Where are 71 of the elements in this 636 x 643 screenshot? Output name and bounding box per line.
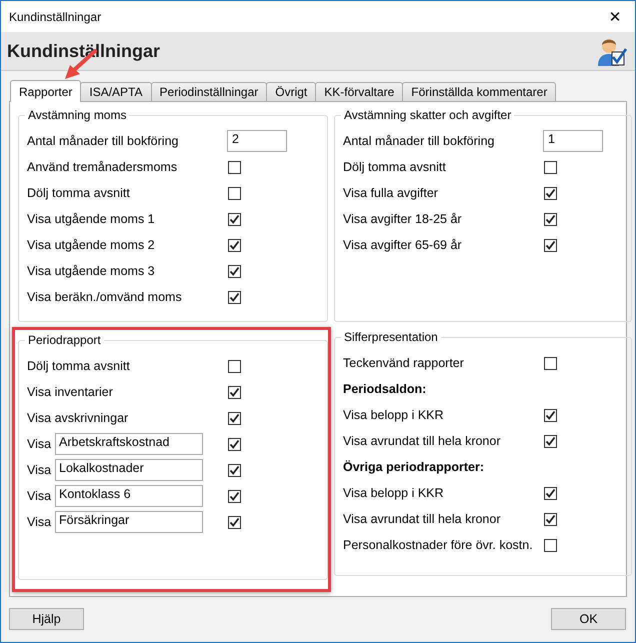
checkbox[interactable] (544, 186, 557, 200)
input-field[interactable]: Försäkringar (55, 511, 203, 533)
tab[interactable]: Rapporter (10, 80, 82, 102)
checkbox[interactable] (544, 512, 557, 526)
checkbox-label: Teckenvänd rapporter (343, 356, 465, 370)
checkbox-label: Visa avrundat till hela kronor (343, 512, 502, 526)
checkbox-label: Visa belopp i KKR (343, 486, 445, 500)
checkbox-label: Visa avgifter 18-25 år (343, 212, 463, 226)
field-label: Antal månader till bokföring (27, 134, 180, 148)
checkbox[interactable] (228, 238, 241, 252)
tab[interactable]: KK-förvaltare (315, 82, 404, 101)
checkbox[interactable] (228, 516, 241, 528)
checkbox-label: Visa beräkn./omvänd moms (27, 290, 183, 304)
checkbox-label: Visa avgifter 65-69 år (343, 238, 463, 252)
dialog-button[interactable]: OK (551, 608, 626, 630)
checkbox[interactable] (228, 186, 241, 200)
input-field[interactable]: Arbetskraftskostnad (55, 433, 203, 455)
checkbox[interactable] (544, 434, 557, 448)
checkbox-label: Visa fulla avgifter (343, 186, 439, 200)
checkbox[interactable] (228, 160, 241, 174)
checkbox-label: Dölj tomma avsnitt (343, 160, 447, 174)
tab[interactable]: ISA/APTA (80, 82, 152, 101)
checkbox-label: Visa inventarier (27, 385, 114, 399)
checkbox-label: Dölj tomma avsnitt (27, 359, 131, 373)
checkbox[interactable] (544, 212, 557, 226)
section-heading: Periodsaldon: (343, 382, 428, 396)
section-heading: Övriga periodrapporter: (343, 460, 485, 474)
tab[interactable]: Förinställda kommentarer (402, 82, 556, 101)
checkbox[interactable] (228, 264, 241, 278)
checkbox[interactable] (544, 486, 557, 500)
group-title: Sifferpresentation (343, 330, 439, 344)
checkbox[interactable] (228, 438, 241, 450)
group-title: Periodrapport (27, 333, 102, 347)
field-label: Antal månader till bokföring (343, 134, 496, 148)
checkbox-label: Visa belopp i KKR (343, 408, 445, 422)
tab[interactable]: Övrigt (266, 82, 316, 101)
group-title: Avstämning skatter och avgifter (343, 108, 512, 122)
checkbox-label: Visa avskrivningar (27, 411, 130, 425)
checkbox[interactable] (228, 386, 241, 398)
checkbox[interactable] (228, 212, 241, 226)
checkbox[interactable] (228, 464, 241, 476)
input-field[interactable]: Kontoklass 6 (55, 485, 203, 507)
checkbox[interactable] (544, 160, 557, 174)
input-field[interactable]: 2 (227, 130, 287, 152)
checkbox[interactable] (228, 290, 241, 304)
dialog-button[interactable]: Hjälp (9, 608, 84, 630)
window-title: Kundinställningar (9, 10, 102, 24)
header-title: Kundinställningar (7, 40, 160, 62)
group-title: Avstämning moms (27, 108, 128, 122)
checkbox-label: Visa utgående moms 1 (27, 212, 156, 226)
checkbox-label: Visa utgående moms 3 (27, 264, 156, 278)
input-field[interactable]: Lokalkostnader (55, 459, 203, 481)
checkbox[interactable] (228, 360, 241, 372)
close-button[interactable]: ✕ (595, 2, 635, 32)
checkbox-label: Dölj tomma avsnitt (27, 186, 131, 200)
checkbox[interactable] (544, 408, 557, 422)
checkbox-label: Visa (27, 515, 52, 529)
checkbox[interactable] (228, 490, 241, 502)
input-field[interactable]: 1 (543, 130, 603, 152)
checkbox[interactable] (228, 412, 241, 424)
checkbox-label: Använd tremånadersmoms (27, 160, 178, 174)
tab[interactable]: Periodinställningar (150, 82, 268, 101)
checkbox[interactable] (544, 238, 557, 252)
checkbox-label: Visa (27, 437, 52, 451)
checkbox-label: Visa utgående moms 2 (27, 238, 156, 252)
checkbox-label: Visa (27, 463, 52, 477)
checkbox[interactable] (544, 538, 557, 552)
checkbox-label: Personalkostnader före övr. kostn. (343, 538, 534, 552)
checkbox-label: Visa (27, 489, 52, 503)
checkbox-label: Visa avrundat till hela kronor (343, 434, 502, 448)
checkbox[interactable] (544, 356, 557, 370)
